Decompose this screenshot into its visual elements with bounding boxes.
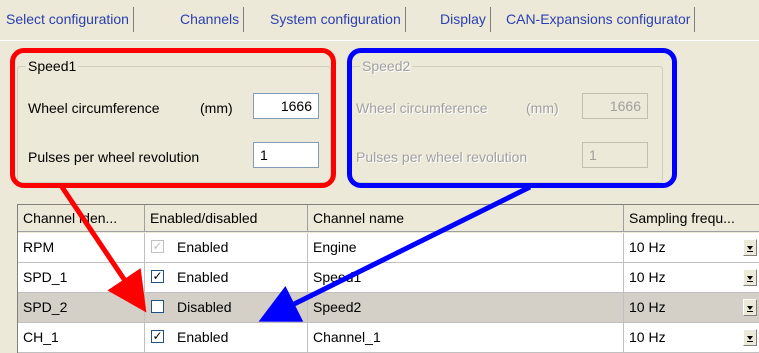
row-channel-id: SPD_1 <box>18 263 145 293</box>
column-header-channel-identifier[interactable]: Channel iden... <box>18 205 145 232</box>
enabled-checkbox: ✓ <box>151 239 164 253</box>
table-row[interactable]: SPD_2 Disabled Speed2 10 Hz <box>18 293 759 323</box>
row-sampling-frequency[interactable]: 10 Hz <box>624 263 759 293</box>
channels-grid[interactable]: Channel iden... Enabled/disabled Channel… <box>17 204 759 353</box>
row-frequency-value: 10 Hz <box>629 299 666 315</box>
row-frequency-value: 10 Hz <box>629 239 666 255</box>
grid-header: Channel iden... Enabled/disabled Channel… <box>18 205 759 233</box>
table-row[interactable]: RPM ✓ Enabled Engine 10 Hz <box>18 233 759 263</box>
row-status-label: Enabled <box>177 329 229 345</box>
row-enabled-cell: ✓ Enabled <box>145 233 308 263</box>
row-channel-name[interactable]: Speed1 <box>308 263 624 293</box>
column-header-sampling-frequency[interactable]: Sampling frequ... <box>624 205 759 232</box>
red-annotation-box <box>10 48 336 188</box>
enabled-checkbox[interactable]: ✓ <box>151 330 164 343</box>
tab-strip: Select configuration Channels System con… <box>0 0 759 40</box>
row-sampling-frequency[interactable]: 10 Hz <box>624 323 759 353</box>
row-enabled-cell: ✓ Enabled <box>145 323 308 353</box>
row-frequency-value: 10 Hz <box>629 269 666 285</box>
chevron-down-icon[interactable] <box>743 329 757 346</box>
table-row[interactable]: SPD_1 ✓ Enabled Speed1 10 Hz <box>18 263 759 293</box>
row-sampling-frequency[interactable]: 10 Hz <box>624 233 759 263</box>
tab-display[interactable]: Display <box>436 7 491 32</box>
tab-can-expansions-configurator[interactable]: CAN-Expansions configurator <box>502 7 696 32</box>
tab-system-configuration[interactable]: System configuration <box>266 7 406 32</box>
table-row[interactable]: CH_1 ✓ Enabled Channel_1 10 Hz <box>18 323 759 353</box>
row-status-label: Disabled <box>177 299 232 315</box>
chevron-down-icon[interactable] <box>743 239 757 256</box>
row-status-label: Enabled <box>177 239 229 255</box>
row-channel-id: CH_1 <box>18 323 145 353</box>
enabled-checkbox[interactable]: ✓ <box>151 270 164 283</box>
chevron-down-icon[interactable] <box>743 299 757 316</box>
tab-select-configuration[interactable]: Select configuration <box>2 7 134 32</box>
tab-channels[interactable]: Channels <box>176 7 245 32</box>
chevron-down-icon[interactable] <box>743 269 757 286</box>
enabled-checkbox[interactable] <box>151 300 164 313</box>
row-status-label: Enabled <box>177 269 229 285</box>
row-enabled-cell: ✓ Enabled <box>145 263 308 293</box>
row-channel-name[interactable]: Channel_1 <box>308 323 624 353</box>
row-sampling-frequency[interactable]: 10 Hz <box>624 293 759 323</box>
tab-divider <box>0 40 759 41</box>
row-channel-id: SPD_2 <box>18 293 145 323</box>
blue-annotation-box <box>347 48 677 188</box>
row-channel-id: RPM <box>18 233 145 263</box>
row-frequency-value: 10 Hz <box>629 329 666 345</box>
row-enabled-cell: Disabled <box>145 293 308 323</box>
row-channel-name[interactable]: Speed2 <box>308 293 624 323</box>
row-channel-name[interactable]: Engine <box>308 233 624 263</box>
column-header-channel-name[interactable]: Channel name <box>308 205 624 232</box>
column-header-enabled-disabled[interactable]: Enabled/disabled <box>145 205 308 232</box>
